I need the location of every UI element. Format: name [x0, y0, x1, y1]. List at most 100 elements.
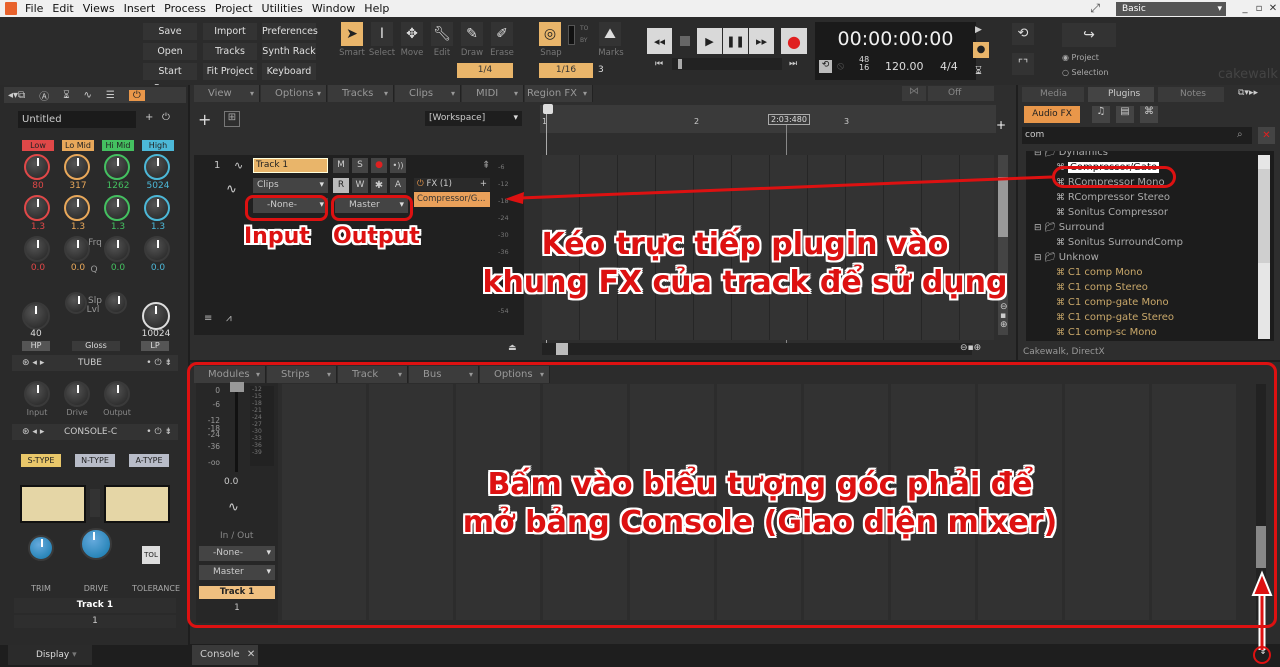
tool-resolution-field[interactable]: 1/4 — [457, 63, 513, 78]
a-type-button[interactable]: A-TYPE — [129, 454, 169, 467]
tree-folder[interactable]: ⊟ 📁︎ Surround — [1034, 222, 1104, 233]
tree-item-plugin[interactable]: ⌘ C1 comp-gate Mono — [1056, 297, 1169, 308]
track-name-field[interactable]: Track 1 — [253, 158, 328, 173]
draw-tool-button[interactable]: ✎ — [461, 22, 483, 46]
close-console-icon[interactable]: ✕ — [247, 649, 255, 660]
minimize-button[interactable]: _ — [1238, 3, 1252, 14]
band-2-freq-knob[interactable] — [104, 154, 130, 180]
menu-tracks[interactable]: Tracks — [328, 85, 394, 102]
menu-utilities[interactable]: Utilities — [262, 2, 303, 15]
plugin-search-input[interactable]: com — [1022, 127, 1252, 144]
tree-folder[interactable]: ⊟ 📁︎ Dynamics — [1034, 151, 1108, 158]
sort-icon[interactable]: ⌘ — [1140, 106, 1158, 123]
import-button[interactable]: Import — [203, 23, 257, 40]
next-icon[interactable]: ▸ — [40, 427, 45, 437]
low-slope-knob[interactable] — [65, 292, 87, 314]
console-menu-strips[interactable]: Strips — [267, 366, 337, 383]
console-vscroll[interactable] — [1256, 384, 1266, 620]
collapse-track-icon[interactable]: ⇞ — [482, 160, 490, 171]
trim-knob[interactable] — [28, 535, 54, 561]
clips-hscroll[interactable] — [542, 343, 972, 355]
s-type-button[interactable]: S-TYPE — [21, 454, 61, 467]
strip-input-dropdown[interactable]: -None- — [199, 546, 275, 561]
volume-fader[interactable] — [230, 382, 244, 392]
sync-off-icon[interactable]: ⦸ — [837, 59, 844, 73]
clips-pane[interactable] — [542, 155, 994, 340]
rewind-button[interactable]: ◂◂ — [647, 28, 672, 54]
high-slope-knob[interactable] — [105, 292, 127, 314]
menu-insert[interactable]: Insert — [124, 2, 156, 15]
lp-freq-knob[interactable] — [142, 302, 170, 330]
strip-track-name[interactable]: Track 1 — [199, 586, 275, 599]
open-button[interactable]: Open — [143, 43, 197, 60]
tree-item-plugin[interactable]: ⌘ Compressor/Gate — [1056, 162, 1160, 173]
add-track-icon[interactable]: + — [198, 110, 211, 129]
display-tab[interactable]: Display ▾ — [8, 645, 92, 665]
band-label-0[interactable]: Low — [22, 140, 54, 151]
band-0-freq-knob[interactable] — [24, 154, 50, 180]
move-tool-button[interactable]: ✥ — [401, 22, 423, 46]
time-readout[interactable]: 00:00:00:00 — [815, 28, 976, 50]
now-marker[interactable] — [543, 104, 553, 114]
console-c-power-icon[interactable]: • ⏻ ⇟ — [146, 424, 172, 440]
layout-icon[interactable]: ▤ — [1116, 106, 1134, 123]
edit-tool-button[interactable]: 🔧︎ — [431, 22, 453, 46]
band-2-q-knob[interactable] — [104, 195, 130, 221]
browser-options-icon[interactable]: ⧉▾▸▸ — [1238, 88, 1258, 98]
strip-output-dropdown[interactable]: Master — [199, 565, 275, 580]
band-1-q-knob[interactable] — [64, 195, 90, 221]
menu-options[interactable]: Options — [261, 85, 327, 102]
open-console-icon[interactable]: ⇟ — [1256, 647, 1270, 661]
audio-fx-button[interactable]: Audio FX — [1024, 106, 1080, 123]
console-menu-modules[interactable]: Modules — [194, 366, 266, 383]
console-menu-options[interactable]: Options — [480, 366, 550, 383]
fx-power-icon[interactable]: ⏻ — [417, 179, 424, 189]
snap-button[interactable]: ◎ — [539, 22, 561, 46]
tree-item-plugin[interactable]: ⌘ RCompressor Stereo — [1056, 192, 1170, 203]
smart-tool-button[interactable]: ➤ — [341, 22, 363, 46]
menu-file[interactable]: File — [25, 2, 43, 15]
automation-lane-icon[interactable]: ⩘ — [226, 313, 232, 324]
band-0-q-knob[interactable] — [24, 195, 50, 221]
inspector-track-name[interactable]: Track 1 — [14, 598, 176, 613]
clear-search-button[interactable]: ✕ — [1258, 127, 1275, 144]
search-icon[interactable]: ⌕ — [1237, 129, 1243, 140]
solo-button[interactable]: S — [352, 158, 368, 173]
fader-value[interactable]: 0.0 — [224, 477, 238, 487]
tab-plugins[interactable]: Plugins — [1088, 87, 1154, 102]
loop-sync-icon[interactable]: ⟲ — [819, 60, 832, 73]
automation-icon[interactable]: ⋈ — [902, 86, 926, 101]
band-1-freq-knob[interactable] — [64, 154, 90, 180]
menu-region-fx[interactable]: Region FX — [525, 85, 593, 102]
tolerance-button[interactable]: TOL — [142, 546, 160, 564]
marks-button[interactable]: ⛰ — [599, 22, 621, 46]
menu-project[interactable]: Project — [215, 2, 253, 15]
now-time-slider[interactable] — [672, 58, 782, 70]
play-small-icon[interactable]: ▶ — [975, 25, 982, 35]
prev-icon[interactable]: ◂ — [32, 427, 37, 437]
fast-forward-button[interactable]: ▸▸ — [749, 28, 774, 54]
tube-output-knob[interactable] — [104, 381, 130, 407]
input-dropdown[interactable]: -None- — [253, 198, 328, 213]
select-tool-button[interactable]: I — [371, 22, 393, 46]
go-to-start-icon[interactable]: ⏮ — [655, 59, 663, 69]
clips-dropdown[interactable]: Clips — [253, 178, 328, 193]
zoom-controls-icon[interactable]: ⊖▪⊕ — [960, 343, 981, 353]
instruments-icon[interactable]: ♫ — [1092, 106, 1110, 123]
next-icon[interactable]: ▸ — [40, 358, 45, 368]
prev-icon[interactable]: ◂ — [32, 358, 37, 368]
add-preset-icon[interactable]: + — [145, 112, 153, 123]
menu-midi[interactable]: MIDI — [462, 85, 524, 102]
start-screen-button[interactable]: Start Screen — [143, 63, 197, 94]
record-mode-button[interactable]: ● — [973, 42, 989, 58]
menu-window[interactable]: Window — [312, 2, 355, 15]
band-3-q-knob[interactable] — [144, 195, 170, 221]
collapse-icon[interactable]: ◂▾⧉ — [8, 90, 25, 101]
drive-knob[interactable] — [80, 528, 112, 560]
keyboard-button[interactable]: Keyboard — [262, 63, 316, 80]
loop-button[interactable]: ⟲ — [1012, 23, 1034, 45]
snap-resolution-field[interactable]: 1/16 — [539, 63, 593, 78]
console-menu-track[interactable]: Track — [338, 366, 408, 383]
meter-field[interactable]: 4/4 — [940, 60, 958, 73]
tree-item-plugin[interactable]: ⌘ Sonitus SurroundComp — [1056, 237, 1183, 248]
